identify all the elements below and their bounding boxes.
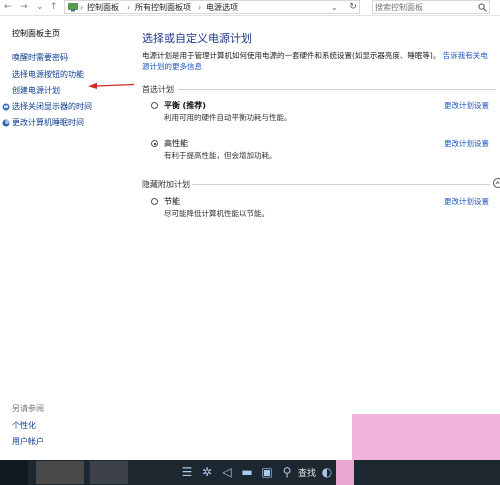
sidebar-item-wake-password[interactable]: 唤醒时需要密码 (12, 52, 68, 63)
moon-icon (2, 119, 10, 127)
pink-overlay (336, 460, 354, 485)
breadcrumb-separator: › (80, 3, 84, 12)
app-icon[interactable]: ◐ (320, 464, 334, 480)
breadcrumb-power-options[interactable]: 电源选项 (206, 2, 238, 14)
change-plan-settings-link[interactable]: 更改计划设置 (444, 196, 489, 207)
taskbar-thumbnail[interactable] (36, 461, 84, 484)
main-content: 选择或自定义电源计划 电源计划是用于管理计算机如何使用电源的一套硬件和系统设置(… (142, 16, 500, 460)
taskbar-thumbnail[interactable] (90, 461, 128, 484)
sidebar-item-display-off[interactable]: 选择关闭显示器的时间 (12, 101, 92, 112)
plan-balanced[interactable]: 平衡 (推荐) 利用可用的硬件自动平衡功耗与性能。 更改计划设置 (142, 100, 498, 130)
expand-hidden-plans-icon[interactable] (493, 178, 500, 188)
hidden-plans-heading: 隐藏附加计划 (142, 180, 190, 189)
divider (192, 184, 490, 185)
breadcrumb[interactable]: › 控制面板 › 所有控制面板项 › 电源选项 ⌄ (64, 0, 360, 14)
radio-high-performance[interactable] (151, 140, 158, 147)
breadcrumb-separator: › (127, 3, 131, 12)
start-area[interactable] (0, 460, 28, 485)
plan-high-performance[interactable]: 高性能 有利于提高性能，但会增加功耗。 更改计划设置 (142, 138, 498, 168)
search-icon[interactable]: ⚲ (280, 464, 294, 480)
taskbar-search-label[interactable]: 查找 (298, 466, 316, 479)
radio-balanced[interactable] (151, 102, 158, 109)
plan-name: 高性能 (164, 139, 188, 148)
display-icon (2, 103, 10, 111)
control-panel-icon (68, 3, 78, 12)
breadcrumb-separator: › (198, 3, 202, 12)
search-icon[interactable] (478, 3, 487, 12)
annotation-arrow (88, 82, 134, 89)
sidebar: 控制面板主页 唤醒时需要密码 选择电源按钮的功能 创建电源计划 选择关闭显示器的… (0, 16, 134, 460)
plan-description: 尽可能降低计算机性能以节能。 (164, 209, 269, 218)
breadcrumb-all-items[interactable]: 所有控制面板项 (135, 2, 191, 14)
taskbar: ☰ ✲ ◁ ▬ ▣ ⚲ 查找 ◐ (0, 460, 500, 485)
recent-locations-button[interactable]: ⌄ (36, 1, 44, 13)
speaker-icon[interactable]: ◁ (220, 464, 234, 480)
breadcrumb-control-panel[interactable]: 控制面板 (87, 2, 119, 14)
forward-button[interactable]: → (20, 1, 28, 13)
radio-power-saver[interactable] (151, 198, 158, 205)
change-plan-settings-link[interactable]: 更改计划设置 (444, 138, 489, 149)
preferred-plans-heading: 首选计划 (142, 85, 174, 94)
plan-description: 利用可用的硬件自动平衡功耗与性能。 (164, 113, 292, 122)
menu-icon[interactable]: ☰ (180, 464, 194, 480)
address-dropdown-icon[interactable]: ⌄ (331, 2, 338, 14)
window-icon[interactable]: ▣ (260, 464, 274, 480)
address-bar: ← → ⌄ ↑ › 控制面板 › 所有控制面板项 › 电源选项 ⌄ ↻ (0, 0, 500, 16)
search-box[interactable] (372, 0, 490, 14)
refresh-icon[interactable]: ↻ (346, 0, 360, 14)
description-text: 电源计划是用于管理计算机如何使用电源的一套硬件和系统设置(如显示器亮度、睡眠等)… (142, 51, 441, 60)
up-button[interactable]: ↑ (50, 1, 58, 13)
sidebar-item-create-plan[interactable]: 创建电源计划 (12, 85, 60, 96)
back-button[interactable]: ← (4, 1, 12, 13)
see-also-personalization[interactable]: 个性化 (12, 420, 36, 431)
plan-name: 节能 (164, 197, 180, 206)
page-title: 选择或自定义电源计划 (142, 32, 252, 45)
search-input[interactable] (375, 1, 475, 13)
page-description: 电源计划是用于管理计算机如何使用电源的一套硬件和系统设置(如显示器亮度、睡眠等)… (142, 50, 492, 72)
sidebar-item-power-button[interactable]: 选择电源按钮的功能 (12, 69, 84, 80)
gear-icon[interactable]: ✲ (200, 464, 214, 480)
plan-name: 平衡 (推荐) (164, 101, 206, 110)
plan-description: 有利于提高性能，但会增加功耗。 (164, 151, 277, 160)
sidebar-item-sleep-time[interactable]: 更改计算机睡眠时间 (12, 117, 84, 128)
change-plan-settings-link[interactable]: 更改计划设置 (444, 100, 489, 111)
see-also-heading: 另请参阅 (12, 404, 44, 413)
folder-icon[interactable]: ▬ (240, 464, 254, 480)
sidebar-item-home[interactable]: 控制面板主页 (12, 28, 60, 39)
see-also-user-accounts[interactable]: 用户帐户 (12, 436, 44, 447)
plan-power-saver[interactable]: 节能 尽可能降低计算机性能以节能。 更改计划设置 (142, 196, 498, 226)
divider (178, 89, 496, 90)
